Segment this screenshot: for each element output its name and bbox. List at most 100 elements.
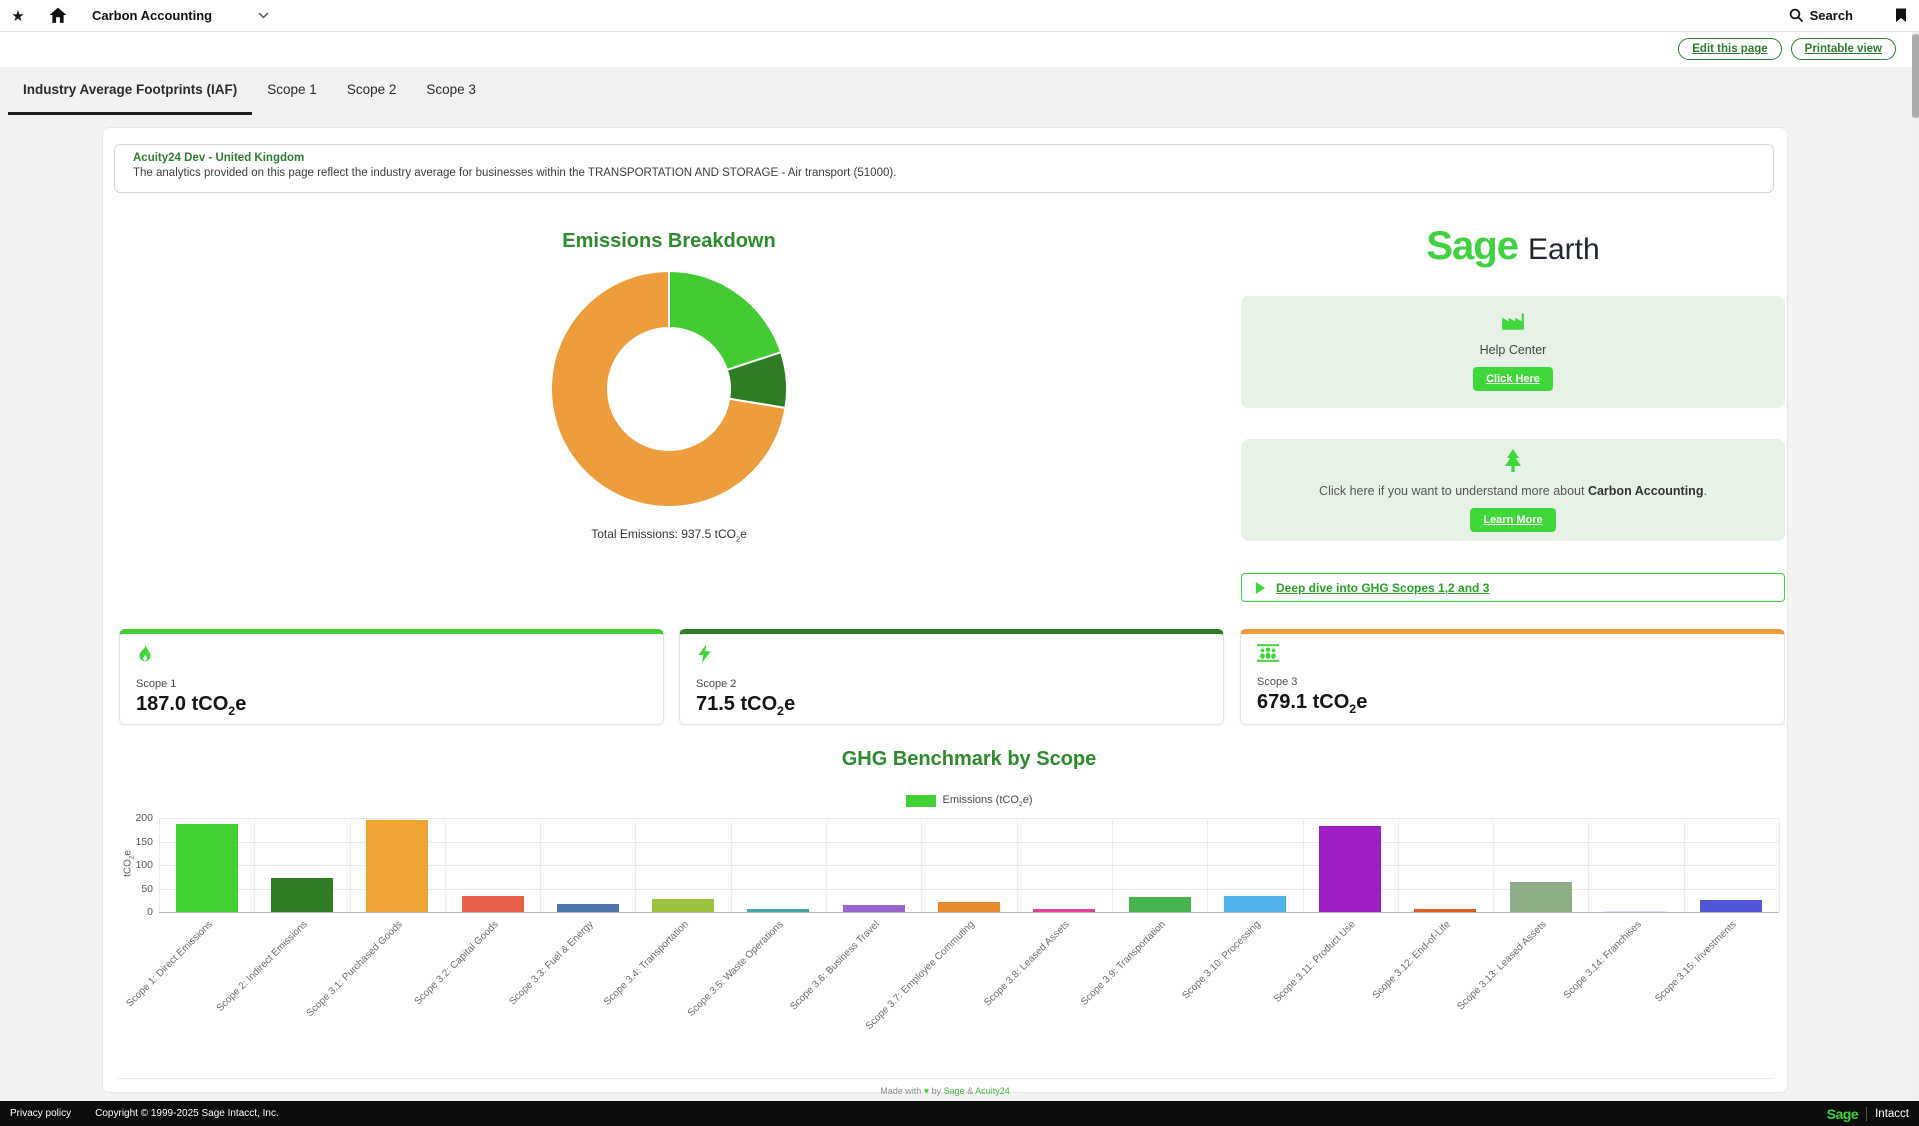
bar-scope-3.12-end-of-life: [1414, 909, 1476, 912]
earth-wordmark: Earth: [1528, 233, 1600, 267]
search-icon: [1789, 8, 1804, 23]
x-axis-label: Scope 3.2: Capital Goods: [337, 919, 500, 1082]
scope-2-label: Scope 2: [696, 678, 1207, 690]
x-axis-label: Scope 3.7: Employee Commuting: [813, 919, 976, 1082]
help-center-label: Help Center: [1241, 343, 1785, 357]
scrollbar-thumb[interactable]: [1912, 34, 1919, 118]
bookmark-icon[interactable]: [1895, 8, 1907, 23]
x-axis-label: Scope 1: Direct Emissions: [51, 919, 214, 1082]
gridline-v: [635, 818, 636, 912]
scope-3-card: Scope 3 679.1 tCO2e: [1240, 629, 1785, 725]
scrollbar-track[interactable]: [1912, 32, 1919, 1101]
footer-divider: [117, 1078, 1773, 1079]
x-axis-label: Scope 3.6: Business Travel: [718, 919, 881, 1082]
x-axis-label: Scope 3.14: Franchises: [1480, 919, 1643, 1082]
bar-scope-3.6-business-travel: [843, 905, 905, 912]
tab-bar: Industry Average Footprints (IAF) Scope …: [0, 67, 1919, 115]
app-menu[interactable]: Carbon Accounting: [92, 8, 269, 23]
y-axis-title: tCO2e: [123, 834, 136, 894]
learn-more-text-suffix: .: [1703, 484, 1706, 498]
sage-footer-link[interactable]: Sage: [944, 1086, 965, 1096]
screen: ★ Carbon Accounting Search Edit this pag…: [0, 0, 1919, 1126]
flame-icon: [136, 644, 154, 664]
deep-dive-link[interactable]: Deep dive into GHG Scopes 1,2 and 3: [1241, 573, 1785, 602]
x-axis-label: Scope 2: Indirect Emissions: [146, 919, 309, 1082]
learn-more-button[interactable]: Learn More: [1470, 508, 1555, 532]
page-actions: Edit this page Printable view: [1678, 38, 1896, 60]
scope-3-unit: tCO: [1313, 691, 1350, 713]
home-icon[interactable]: [46, 4, 70, 28]
bar-chart-legend: Emissions (tCO2e): [159, 794, 1779, 808]
topbar-right: Search: [1789, 8, 1919, 23]
search-button[interactable]: Search: [1789, 8, 1853, 23]
star-icon[interactable]: ★: [6, 4, 30, 28]
content-card: Acuity24 Dev - United Kingdom The analyt…: [102, 127, 1788, 1093]
bar-scope-3.2-capital-goods: [462, 896, 524, 912]
gridline-v: [1303, 818, 1304, 912]
gridline-v: [350, 818, 351, 912]
bar-scope-3.7-employee-commuting: [938, 902, 1000, 912]
gridline-v: [921, 818, 922, 912]
action-bar: Edit this page Printable view: [0, 32, 1919, 67]
tab-scope-3[interactable]: Scope 3: [411, 67, 491, 115]
tab-industry-average-footprints[interactable]: Industry Average Footprints (IAF): [8, 67, 252, 115]
by-text: by: [932, 1086, 942, 1096]
gridline-v: [159, 818, 160, 912]
x-axis-label: Scope 3.5: Waste Operations: [623, 919, 786, 1082]
info-banner-body: The analytics provided on this page refl…: [133, 167, 1755, 179]
bar-scope-3.9-transportation: [1129, 897, 1191, 912]
info-banner-title: Acuity24 Dev - United Kingdom: [133, 152, 1755, 164]
lightning-icon: [696, 644, 712, 664]
scope-1-unit-suffix: e: [235, 693, 246, 715]
top-bar: ★ Carbon Accounting Search: [0, 0, 1919, 32]
gridline-v: [540, 818, 541, 912]
scope-2-number: 71.5: [696, 693, 740, 715]
tab-scope-1[interactable]: Scope 1: [252, 67, 332, 115]
x-axis-label: Scope 3.9: Transportation: [1004, 919, 1167, 1082]
learn-more-box: Click here if you want to understand mor…: [1241, 439, 1785, 541]
help-center-box: Help Center Click Here: [1241, 296, 1785, 408]
scope-2-value: 71.5 tCO2e: [696, 693, 1207, 718]
scope-1-value: 187.0 tCO2e: [136, 693, 647, 718]
bar-scope-2-indirect-emissions: [271, 878, 333, 912]
scope-1-number: 187.0: [136, 693, 192, 715]
bar-scope-3.13-leased-assets: [1510, 882, 1572, 912]
y-tick-label: 0: [119, 906, 153, 918]
help-center-click-here-button[interactable]: Click Here: [1473, 367, 1553, 391]
x-axis-label: Scope 3.10: Processing: [1099, 919, 1262, 1082]
gridline-v: [1112, 818, 1113, 912]
heart-icon: ♥: [924, 1086, 929, 1096]
sage-logo-small: Sage: [1827, 1106, 1858, 1122]
acuity24-footer-link[interactable]: Acuity24: [975, 1086, 1010, 1096]
x-axis-label: Scope 3.15: Investments: [1576, 919, 1739, 1082]
scope-1-unit: tCO: [192, 693, 229, 715]
x-axis-label: Scope 3.11: Product Use: [1195, 919, 1358, 1082]
bar-scope-3.5-waste-operations: [747, 909, 809, 912]
donut-slice-scope-1: [669, 271, 781, 370]
tab-scope-2[interactable]: Scope 2: [332, 67, 412, 115]
tree-icon: [1500, 448, 1526, 474]
scope-3-number: 679.1: [1257, 691, 1313, 713]
x-axis-label: Scope 3.8: Leased Assets: [909, 919, 1072, 1082]
gridline-v: [1684, 818, 1685, 912]
made-with-note: Made with ♥ by Sage & Acuity24: [103, 1086, 1787, 1096]
total-unit-suffix: e: [740, 527, 747, 541]
x-axis-label: Scope 3.3: Fuel & Energy: [432, 919, 595, 1082]
copyright-text: Copyright © 1999-2025 Sage Intacct, Inc.: [95, 1108, 279, 1119]
x-axis-label: Scope 3.12: End-of-Life: [1290, 919, 1453, 1082]
scope-1-label: Scope 1: [136, 678, 647, 690]
printable-view-button[interactable]: Printable view: [1791, 38, 1896, 60]
x-axis-label: Scope 3.4: Transportation: [528, 919, 691, 1082]
bottom-bar-brand: Sage Intacct: [1827, 1106, 1909, 1122]
search-label: Search: [1810, 8, 1853, 23]
intacct-wordmark: Intacct: [1875, 1108, 1909, 1120]
gridline-v: [445, 818, 446, 912]
play-icon: [1256, 582, 1265, 594]
legend-label: Emissions (tCO2e): [943, 794, 1033, 808]
edit-page-button[interactable]: Edit this page: [1678, 38, 1781, 60]
total-unit: tCO: [715, 527, 736, 541]
gridline-v: [1779, 818, 1780, 912]
donut-chart: [549, 269, 789, 509]
privacy-policy-link[interactable]: Privacy policy: [10, 1108, 71, 1119]
brand-separator: [1866, 1107, 1867, 1121]
